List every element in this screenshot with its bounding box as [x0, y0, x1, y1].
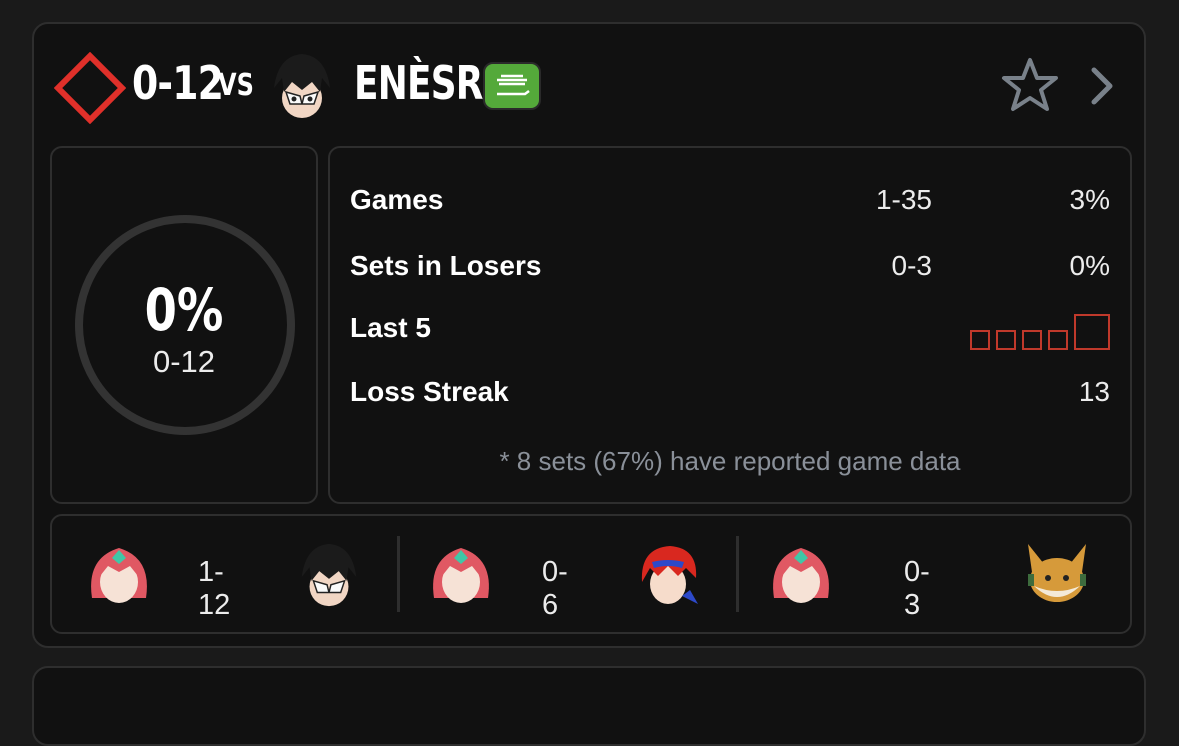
- matchup-divider: [736, 536, 739, 612]
- card-header: 0-12 VS ENÈSRA: [34, 24, 1144, 144]
- fox-icon: [1028, 544, 1086, 602]
- matchup-score: 1-12: [198, 556, 231, 621]
- matchup-score: 0-3: [904, 556, 930, 621]
- stat-row-sets-in-losers: Sets in Losers 0-3 0%: [350, 250, 1110, 290]
- last5-result-square: [1048, 330, 1068, 350]
- win-rate-panel: 0% 0-12: [50, 146, 318, 504]
- last5-results: [970, 314, 1110, 350]
- stat-percent: 0%: [1069, 250, 1110, 281]
- last5-result-square: [970, 330, 990, 350]
- stat-record: 0-3: [891, 250, 932, 281]
- star-outline-icon[interactable]: [1000, 56, 1060, 114]
- stat-record: 1-35: [875, 184, 932, 215]
- stat-label: Sets in Losers: [350, 250, 542, 281]
- chevron-right-icon[interactable]: [1086, 64, 1116, 108]
- joker-icon: [274, 54, 330, 118]
- stat-label: Loss Streak: [350, 376, 509, 407]
- set-record: 0-12: [152, 344, 216, 379]
- last5-result-square: [1074, 314, 1110, 350]
- win-percent: 0%: [144, 276, 224, 344]
- next-card[interactable]: [32, 666, 1146, 746]
- stats-panel: Games 1-35 3% Sets in Losers 0-3 0% Last…: [328, 146, 1132, 504]
- head-to-head-card: 0-12 VS ENÈSRA 0% 0-12 Games 1-35 3% Set…: [32, 22, 1146, 648]
- header-score: 0-12: [132, 56, 224, 110]
- matchup-score: 0-6: [542, 556, 568, 621]
- pyra-icon: [773, 548, 829, 603]
- last5-result-square: [1022, 330, 1042, 350]
- stat-label: Last 5: [350, 312, 431, 343]
- stat-row-loss-streak: Loss Streak 13: [350, 376, 1110, 416]
- character-matchups: 1-12 0-6 0-3: [50, 514, 1132, 634]
- game-data-note: * 8 sets (67%) have reported game data: [499, 446, 961, 476]
- roy-icon: [641, 546, 698, 604]
- matchup-divider: [397, 536, 400, 612]
- stat-label: Games: [350, 184, 444, 215]
- red-diamond-logo-icon: [54, 52, 126, 124]
- joker-icon: [301, 543, 357, 607]
- saudi-flag-icon: [483, 62, 541, 110]
- last5-result-square: [996, 330, 1016, 350]
- pyra-icon: [433, 548, 489, 603]
- pyra-icon: [91, 548, 147, 603]
- vs-label: VS: [218, 68, 254, 103]
- stat-percent: 3%: [1069, 184, 1110, 215]
- stat-row-games: Games 1-35 3%: [350, 184, 1110, 224]
- stat-value: 13: [1078, 376, 1110, 407]
- stat-row-last5: Last 5: [350, 312, 1110, 352]
